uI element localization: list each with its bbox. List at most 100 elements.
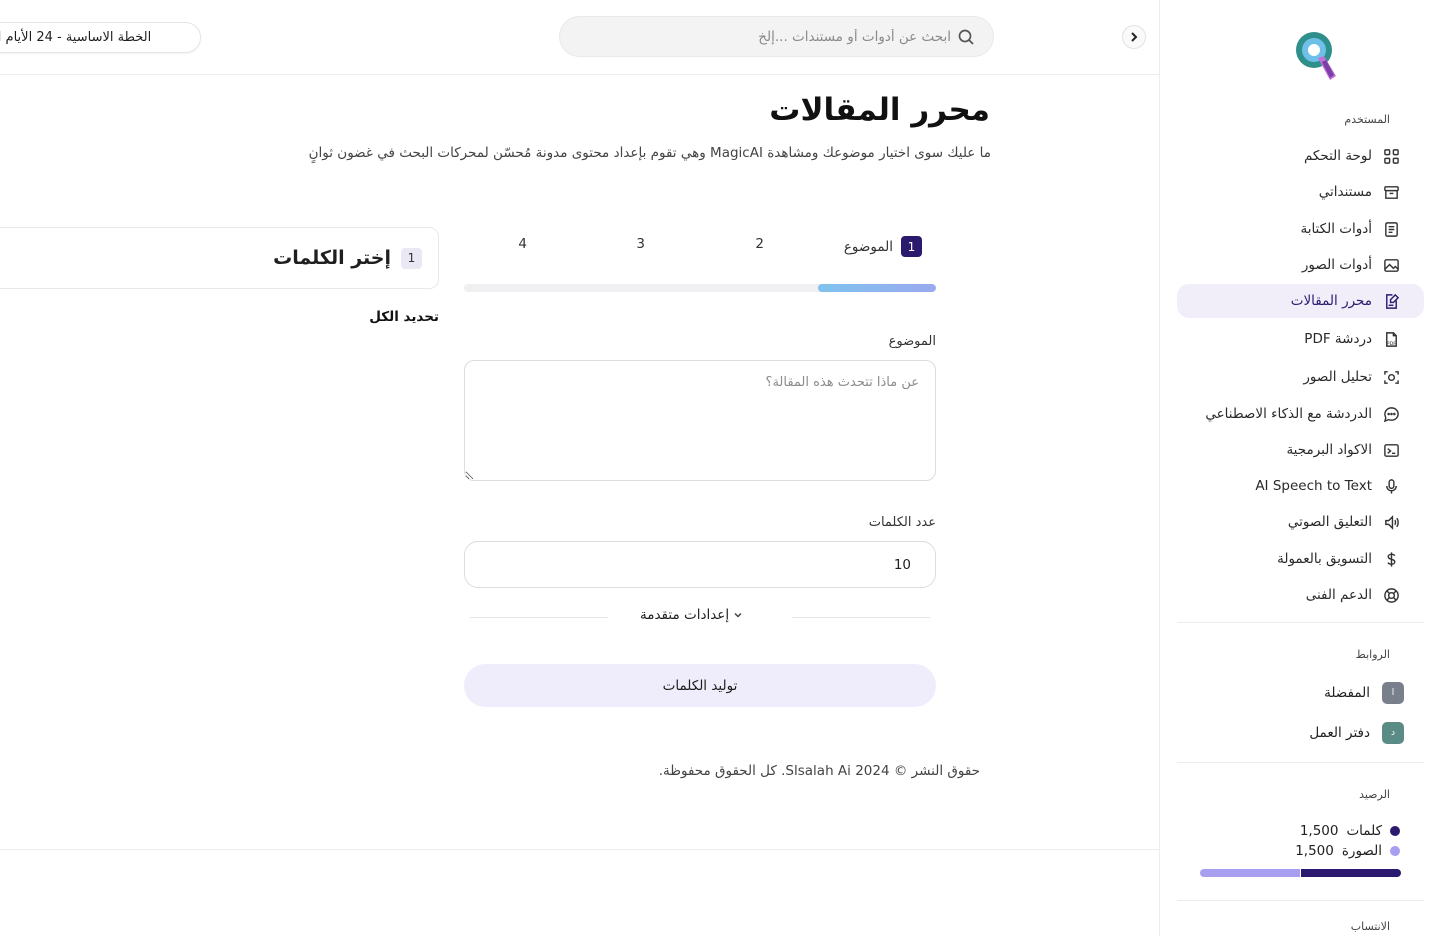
- credit-label: الصورة: [1341, 843, 1382, 859]
- sidebar-item-article-editor[interactable]: محرر المقالات: [1177, 284, 1424, 318]
- credit-value: 1,500: [1299, 823, 1339, 839]
- sidebar-divider: [1177, 762, 1424, 763]
- step-1[interactable]: 1 الموضوع: [844, 236, 922, 257]
- word-count-label: عدد الكلمات: [868, 515, 936, 530]
- link-label: دفتر العمل: [1309, 725, 1370, 741]
- step-3[interactable]: 3: [636, 236, 645, 252]
- credit-value: 1,500: [1295, 843, 1334, 859]
- step-4[interactable]: 4: [518, 236, 527, 252]
- sidebar-item-label: مستنداتي: [1318, 184, 1372, 200]
- sidebar-collapse-button[interactable]: [1122, 25, 1146, 49]
- sidebar-item-speech-to-text[interactable]: AI Speech to Text: [1177, 469, 1424, 503]
- favorites-badge: ا: [1382, 682, 1404, 704]
- advanced-divider-right: [792, 617, 930, 618]
- plan-status-pill[interactable]: الخطة الاساسية - 24 الأيام المتبقية: [0, 22, 201, 53]
- topic-textarea[interactable]: [464, 360, 936, 481]
- advanced-settings-label: إعدادات متقدمة: [640, 607, 730, 623]
- credit-bar-images: [1200, 869, 1300, 877]
- sidebar-item-code[interactable]: الاكواد البرمجية: [1177, 433, 1424, 467]
- sidebar-item-image-tools[interactable]: أدوات الصور: [1177, 248, 1424, 282]
- sidebar-item-label: التسويق بالعمولة: [1277, 551, 1372, 567]
- dashboard-grid-icon: [1382, 147, 1400, 165]
- step-2[interactable]: 2: [755, 236, 764, 252]
- sidebar-item-dashboard[interactable]: لوحة التحكم: [1177, 139, 1424, 173]
- word-count-input[interactable]: [464, 541, 936, 588]
- chevron-right-icon: [1131, 32, 1138, 42]
- sidebar-item-affiliate[interactable]: التسويق بالعمولة: [1177, 542, 1424, 576]
- search-input[interactable]: [571, 28, 951, 45]
- footer-copyright: حقوق النشر © 2024 Slsalah Ai. كل الحقوق …: [658, 763, 980, 779]
- step-number: 1: [901, 236, 922, 257]
- document-icon: [1382, 220, 1400, 238]
- sidebar-item-image-analysis[interactable]: تحليل الصور: [1177, 360, 1424, 394]
- sidebar-divider: [1177, 900, 1424, 901]
- sidebar-item-label: أدوات الكتابة: [1300, 221, 1372, 237]
- sidebar-link-workbook[interactable]: د دفتر العمل: [1177, 718, 1424, 748]
- advanced-divider-left: [470, 617, 608, 618]
- images-dot: [1390, 846, 1400, 856]
- credit-images: الصورة 1,500: [1295, 843, 1400, 859]
- link-label: المفضلة: [1324, 685, 1370, 701]
- image-scan-icon: [1382, 368, 1400, 386]
- sidebar-item-label: أدوات الصور: [1301, 257, 1372, 273]
- speaker-icon: [1382, 513, 1400, 531]
- sidebar-link-favorites[interactable]: ا المفضلة: [1177, 678, 1424, 708]
- credit-label: كلمات: [1346, 823, 1382, 839]
- lifebuoy-icon: [1382, 586, 1400, 604]
- sidebar-item-label: دردشة PDF: [1304, 331, 1372, 347]
- sidebar-item-label: AI Speech to Text: [1255, 478, 1372, 494]
- search-icon: [958, 29, 974, 45]
- article-edit-icon: [1382, 292, 1400, 310]
- sidebar-item-label: محرر المقالات: [1290, 293, 1372, 309]
- step-label: الموضوع: [843, 238, 893, 255]
- keywords-card: 1 إختر الكلمات: [0, 227, 439, 289]
- step-progress-bar: [464, 284, 936, 292]
- sidebar-divider: [1177, 622, 1424, 623]
- chat-bubble-icon: [1382, 405, 1400, 423]
- sidebar-item-label: التعليق الصوتي: [1287, 514, 1372, 530]
- sidebar-item-voiceover[interactable]: التعليق الصوتي: [1177, 505, 1424, 539]
- words-dot: [1390, 826, 1400, 836]
- footer-divider: [0, 849, 1159, 850]
- credit-bar-words: [1301, 869, 1401, 877]
- credit-bar: [1200, 869, 1401, 877]
- page-title: محرر المقالات: [769, 92, 990, 128]
- terminal-icon: [1382, 441, 1400, 459]
- workbook-badge: د: [1382, 722, 1404, 744]
- affiliation-heading: الانتساب: [1350, 920, 1390, 933]
- keywords-step-number: 1: [401, 247, 422, 269]
- select-all-button[interactable]: تحديد الكل: [369, 309, 439, 325]
- pdf-icon: PDF: [1382, 330, 1400, 348]
- sidebar-item-label: تحليل الصور: [1303, 369, 1372, 385]
- chevron-down-icon: [734, 612, 742, 618]
- generate-keywords-button[interactable]: توليد الكلمات: [464, 664, 936, 707]
- sidebar: المستخدم لوحة التحكم مستنداتي أدوات الكت…: [1159, 0, 1442, 936]
- step-number-plain: 2: [755, 236, 764, 252]
- sidebar-item-support[interactable]: الدعم الفنى: [1177, 578, 1424, 612]
- image-icon: [1382, 256, 1400, 274]
- sidebar-item-label: الدعم الفنى: [1305, 587, 1372, 603]
- app-logo[interactable]: [1292, 28, 1340, 84]
- search-bar[interactable]: [559, 16, 994, 57]
- step-number-plain: 4: [518, 236, 527, 252]
- dollar-icon: [1382, 550, 1400, 568]
- credit-words: كلمات 1,500: [1300, 823, 1400, 839]
- links-heading: الروابط: [1355, 648, 1390, 661]
- advanced-settings-toggle[interactable]: إعدادات متقدمة: [640, 607, 743, 623]
- user-heading: المستخدم: [1344, 113, 1390, 126]
- archive-box-icon: [1382, 183, 1400, 201]
- sidebar-item-ai-chat[interactable]: الدردشة مع الذكاء الاصطناعي: [1177, 397, 1424, 431]
- sidebar-item-writing-tools[interactable]: أدوات الكتابة: [1177, 212, 1424, 246]
- page-subtitle: ما عليك سوى اختيار موضوعك ومشاهدة MagicA…: [308, 145, 991, 161]
- sidebar-item-label: الدردشة مع الذكاء الاصطناعي: [1205, 406, 1372, 422]
- sidebar-item-pdf-chat[interactable]: PDF دردشة PDF: [1177, 322, 1424, 356]
- svg-text:PDF: PDF: [1386, 341, 1395, 347]
- microphone-icon: [1382, 477, 1400, 495]
- sidebar-item-documents[interactable]: مستنداتي: [1177, 175, 1424, 209]
- top-header: الخطة الاساسية - 24 الأيام المتبقية: [0, 0, 1159, 75]
- step-number-plain: 3: [636, 236, 645, 252]
- topic-label: الموضوع: [888, 334, 936, 349]
- sidebar-item-label: الاكواد البرمجية: [1286, 442, 1372, 458]
- credits-heading: الرصيد: [1359, 788, 1390, 801]
- sidebar-item-label: لوحة التحكم: [1303, 148, 1372, 164]
